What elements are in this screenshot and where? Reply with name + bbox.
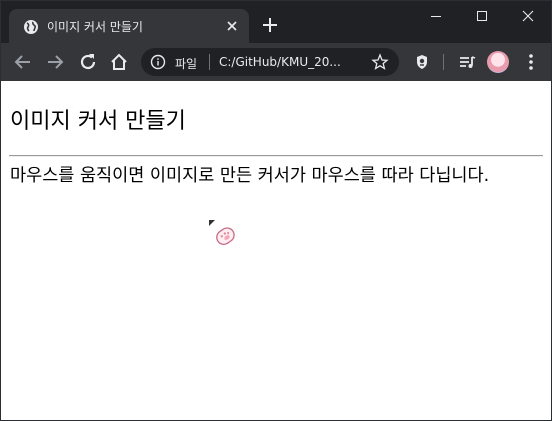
profile-avatar[interactable] (487, 51, 509, 73)
new-tab-icon[interactable] (259, 14, 281, 36)
toolbar-divider (443, 54, 444, 70)
browser-window: 이미지 커서 만들기 파일 C:/GitHub/KMU_20... 이미지 커서… (0, 0, 552, 421)
home-icon[interactable] (107, 50, 131, 74)
address-scheme: 파일 (175, 57, 198, 71)
back-icon[interactable] (11, 50, 35, 74)
extension-icon[interactable] (410, 50, 434, 74)
browser-tab[interactable]: 이미지 커서 만들기 (9, 9, 249, 43)
address-bar[interactable]: 파일 C:/GitHub/KMU_20... (141, 48, 399, 76)
globe-icon (23, 19, 39, 35)
close-icon[interactable] (505, 1, 551, 33)
tab-close-icon[interactable] (223, 17, 241, 35)
page-title: 이미지 커서 만들기 (10, 109, 186, 134)
browser-toolbar: 파일 C:/GitHub/KMU_20... (1, 43, 551, 81)
forward-icon[interactable] (43, 50, 67, 74)
info-icon[interactable] (150, 54, 166, 70)
star-icon[interactable] (371, 53, 389, 71)
title-bar: 이미지 커서 만들기 (1, 1, 551, 43)
maximize-icon[interactable] (459, 1, 505, 33)
more-menu-icon[interactable] (519, 50, 543, 74)
address-separator (209, 54, 210, 70)
address-url[interactable]: C:/GitHub/KMU_20... (219, 55, 341, 69)
page-description: 마우스를 움직이면 이미지로 만든 커서가 마우스를 따라 다닙니다. (10, 166, 490, 186)
cat-paw-cursor-icon (208, 219, 240, 251)
minimize-icon[interactable] (413, 1, 459, 33)
tab-title: 이미지 커서 만들기 (47, 20, 143, 34)
page-content: 이미지 커서 만들기 마우스를 움직이면 이미지로 만든 커서가 마우스를 따라… (1, 81, 551, 420)
horizontal-rule (9, 155, 543, 157)
reload-icon[interactable] (76, 50, 100, 74)
media-playlist-icon[interactable] (455, 50, 479, 74)
